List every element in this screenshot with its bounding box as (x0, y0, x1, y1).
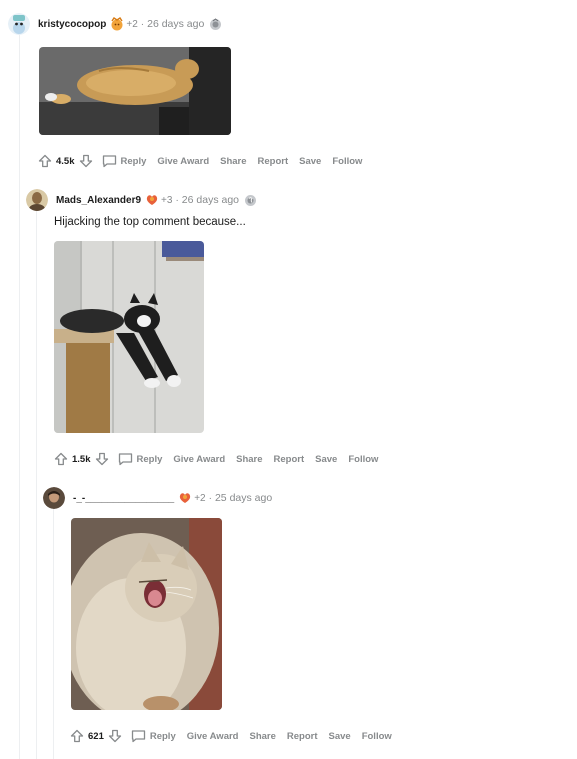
reply-button[interactable]: Reply (137, 454, 163, 465)
gold-award-icon[interactable] (145, 193, 159, 207)
give-award-button[interactable]: Give Award (187, 731, 239, 742)
arrow-up-icon[interactable] (70, 729, 84, 743)
share-button[interactable]: Share (236, 454, 262, 465)
share-button[interactable]: Share (220, 156, 246, 167)
silver-award-icon[interactable] (209, 17, 222, 31)
report-button[interactable]: Report (274, 454, 305, 465)
reply-button[interactable]: Reply (150, 731, 176, 742)
silver-award-icon[interactable] (244, 194, 257, 207)
timestamp[interactable]: 25 days ago (215, 492, 272, 504)
give-award-button[interactable]: Give Award (157, 156, 209, 167)
speech-bubble-icon[interactable] (102, 154, 117, 168)
award-count: +2 (126, 18, 138, 30)
username[interactable]: kristycocopop (38, 19, 106, 30)
timestamp[interactable]: 26 days ago (147, 18, 204, 30)
follow-button[interactable]: Follow (332, 156, 362, 167)
vote-count: 1.5k (72, 453, 91, 465)
comment-actions: 621 Reply Give Award Share Report Save F… (70, 726, 392, 746)
separator-dot: · (208, 492, 212, 504)
comment-actions: 1.5k Reply Give Award Share Report Save … (54, 449, 378, 469)
comment-actions: 4.5k Reply Give Award Share Report Save … (38, 151, 362, 171)
give-award-button[interactable]: Give Award (173, 454, 225, 465)
username[interactable]: -_-________________ (73, 493, 174, 504)
save-button[interactable]: Save (329, 731, 351, 742)
cat-gif-image[interactable] (71, 518, 222, 710)
timestamp[interactable]: 26 days ago (182, 194, 239, 206)
arrow-down-icon[interactable] (108, 729, 122, 743)
gold-award-icon[interactable] (110, 17, 124, 31)
vote-count: 621 (88, 730, 104, 742)
arrow-up-icon[interactable] (38, 154, 52, 168)
thread-line-level-3[interactable] (53, 508, 54, 759)
username[interactable]: Mads_Alexander9 (56, 195, 141, 206)
award-count: +3 (161, 194, 173, 206)
comment-header: -_-________________ +2 · 25 days ago (43, 487, 563, 509)
avatar[interactable] (43, 487, 65, 509)
gold-award-icon[interactable] (178, 491, 192, 505)
award-count: +2 (194, 492, 206, 504)
share-button[interactable]: Share (249, 731, 275, 742)
avatar[interactable] (8, 13, 30, 35)
separator-dot: · (140, 18, 145, 30)
follow-button[interactable]: Follow (348, 454, 378, 465)
cat-gif-image[interactable] (39, 47, 231, 135)
thread-line-level-2[interactable] (36, 210, 37, 759)
arrow-down-icon[interactable] (79, 154, 93, 168)
separator-dot: · (175, 194, 179, 206)
speech-bubble-icon[interactable] (118, 452, 133, 466)
arrow-down-icon[interactable] (95, 452, 109, 466)
reply-button[interactable]: Reply (121, 156, 147, 167)
vote-count: 4.5k (56, 155, 75, 167)
save-button[interactable]: Save (299, 156, 321, 167)
report-button[interactable]: Report (287, 731, 318, 742)
report-button[interactable]: Report (258, 156, 289, 167)
comment-header: Mads_Alexander9 +3 · 26 days ago (26, 189, 566, 211)
speech-bubble-icon[interactable] (131, 729, 146, 743)
comment-2: Mads_Alexander9 +3 · 26 days ago (26, 189, 566, 211)
comment-body: Hijacking the top comment because... (54, 216, 246, 228)
save-button[interactable]: Save (315, 454, 337, 465)
follow-button[interactable]: Follow (362, 731, 392, 742)
arrow-up-icon[interactable] (54, 452, 68, 466)
avatar[interactable] (26, 189, 48, 211)
comment-3: -_-________________ +2 · 25 days ago (43, 487, 563, 509)
comment-header: kristycocopop +2 · 26 days ago (8, 13, 568, 35)
cat-gif-image[interactable] (54, 241, 204, 433)
